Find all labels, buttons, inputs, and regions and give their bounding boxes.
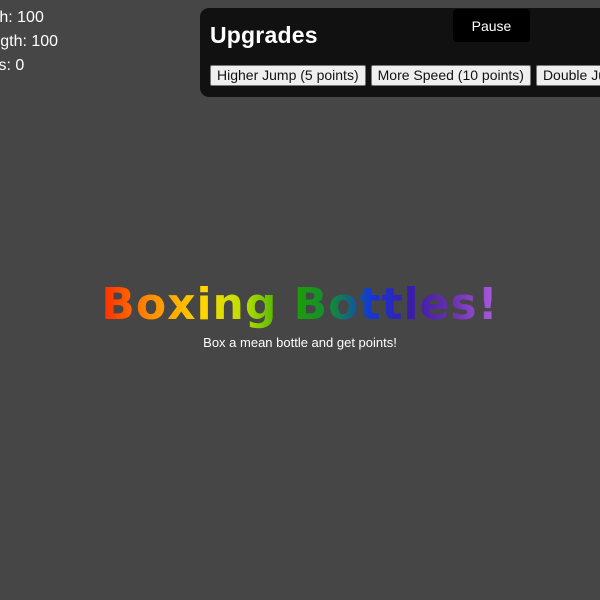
health-stat: Health: 100: [0, 9, 44, 26]
double-jump-button[interactable]: Double Jump: [535, 65, 600, 86]
upgrades-title: Upgrades: [210, 22, 318, 48]
higher-jump-button[interactable]: Higher Jump (5 points): [210, 65, 366, 86]
game-title: Boxing Bottles!: [101, 279, 499, 330]
title-container: Boxing Bottles!: [0, 278, 600, 332]
game-subtitle: Box a mean bottle and get points!: [203, 335, 397, 350]
player-stats: Health: 100 Strength: 100 Points: 0: [0, 6, 58, 78]
points-stat: Points: 0: [0, 57, 25, 74]
more-speed-button[interactable]: More Speed (10 points): [370, 65, 531, 86]
upgrades-panel: Upgrades Higher Jump (5 points) More Spe…: [200, 8, 600, 97]
upgrade-buttons: Higher Jump (5 points) More Speed (10 po…: [210, 65, 600, 86]
strength-stat: Strength: 100: [0, 33, 59, 50]
pause-button[interactable]: Pause: [453, 9, 530, 42]
game-screen: Health: 100 Strength: 100 Points: 0 Upgr…: [0, 0, 600, 600]
